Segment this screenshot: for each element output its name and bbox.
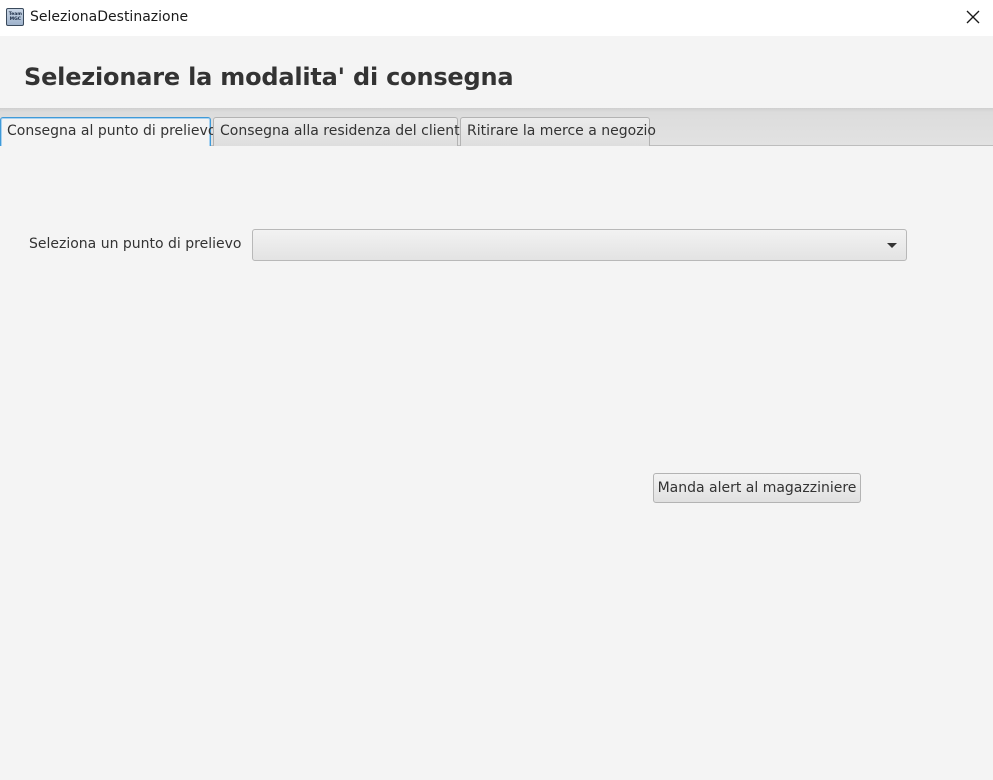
page-header: Selezionare la modalita' di consegna [0, 36, 993, 108]
tab-consegna-punto-prelievo[interactable]: Consegna al punto di prelievo [0, 117, 216, 147]
title-bar: Team MGC SelezionaDestinazione [0, 0, 993, 36]
page-title: Selezionare la modalita' di consegna [24, 63, 514, 91]
tab-content-punto-prelievo: Seleziona un punto di prelievo Manda ale… [0, 146, 993, 780]
chevron-down-icon [887, 243, 897, 248]
close-icon [966, 10, 980, 24]
tab-consegna-residenza-cliente[interactable]: Consegna alla residenza del cliente [213, 117, 468, 146]
window-title: SelezionaDestinazione [30, 9, 189, 25]
close-button[interactable] [953, 0, 993, 34]
app-logo-icon: Team MGC [6, 8, 24, 26]
pickup-point-select[interactable] [252, 229, 907, 261]
send-alert-button[interactable]: Manda alert al magazziniere [653, 473, 861, 503]
tab-ritirare-merce-negozio[interactable]: Ritirare la merce a negozio [460, 117, 656, 146]
pickup-point-label: Seleziona un punto di prelievo [29, 236, 242, 252]
app-window: Team MGC SelezionaDestinazione Seleziona… [0, 0, 993, 780]
tab-bar: Consegna al punto di prelievo Consegna a… [0, 108, 993, 147]
app-logo-text-bottom: MGC [9, 16, 21, 22]
